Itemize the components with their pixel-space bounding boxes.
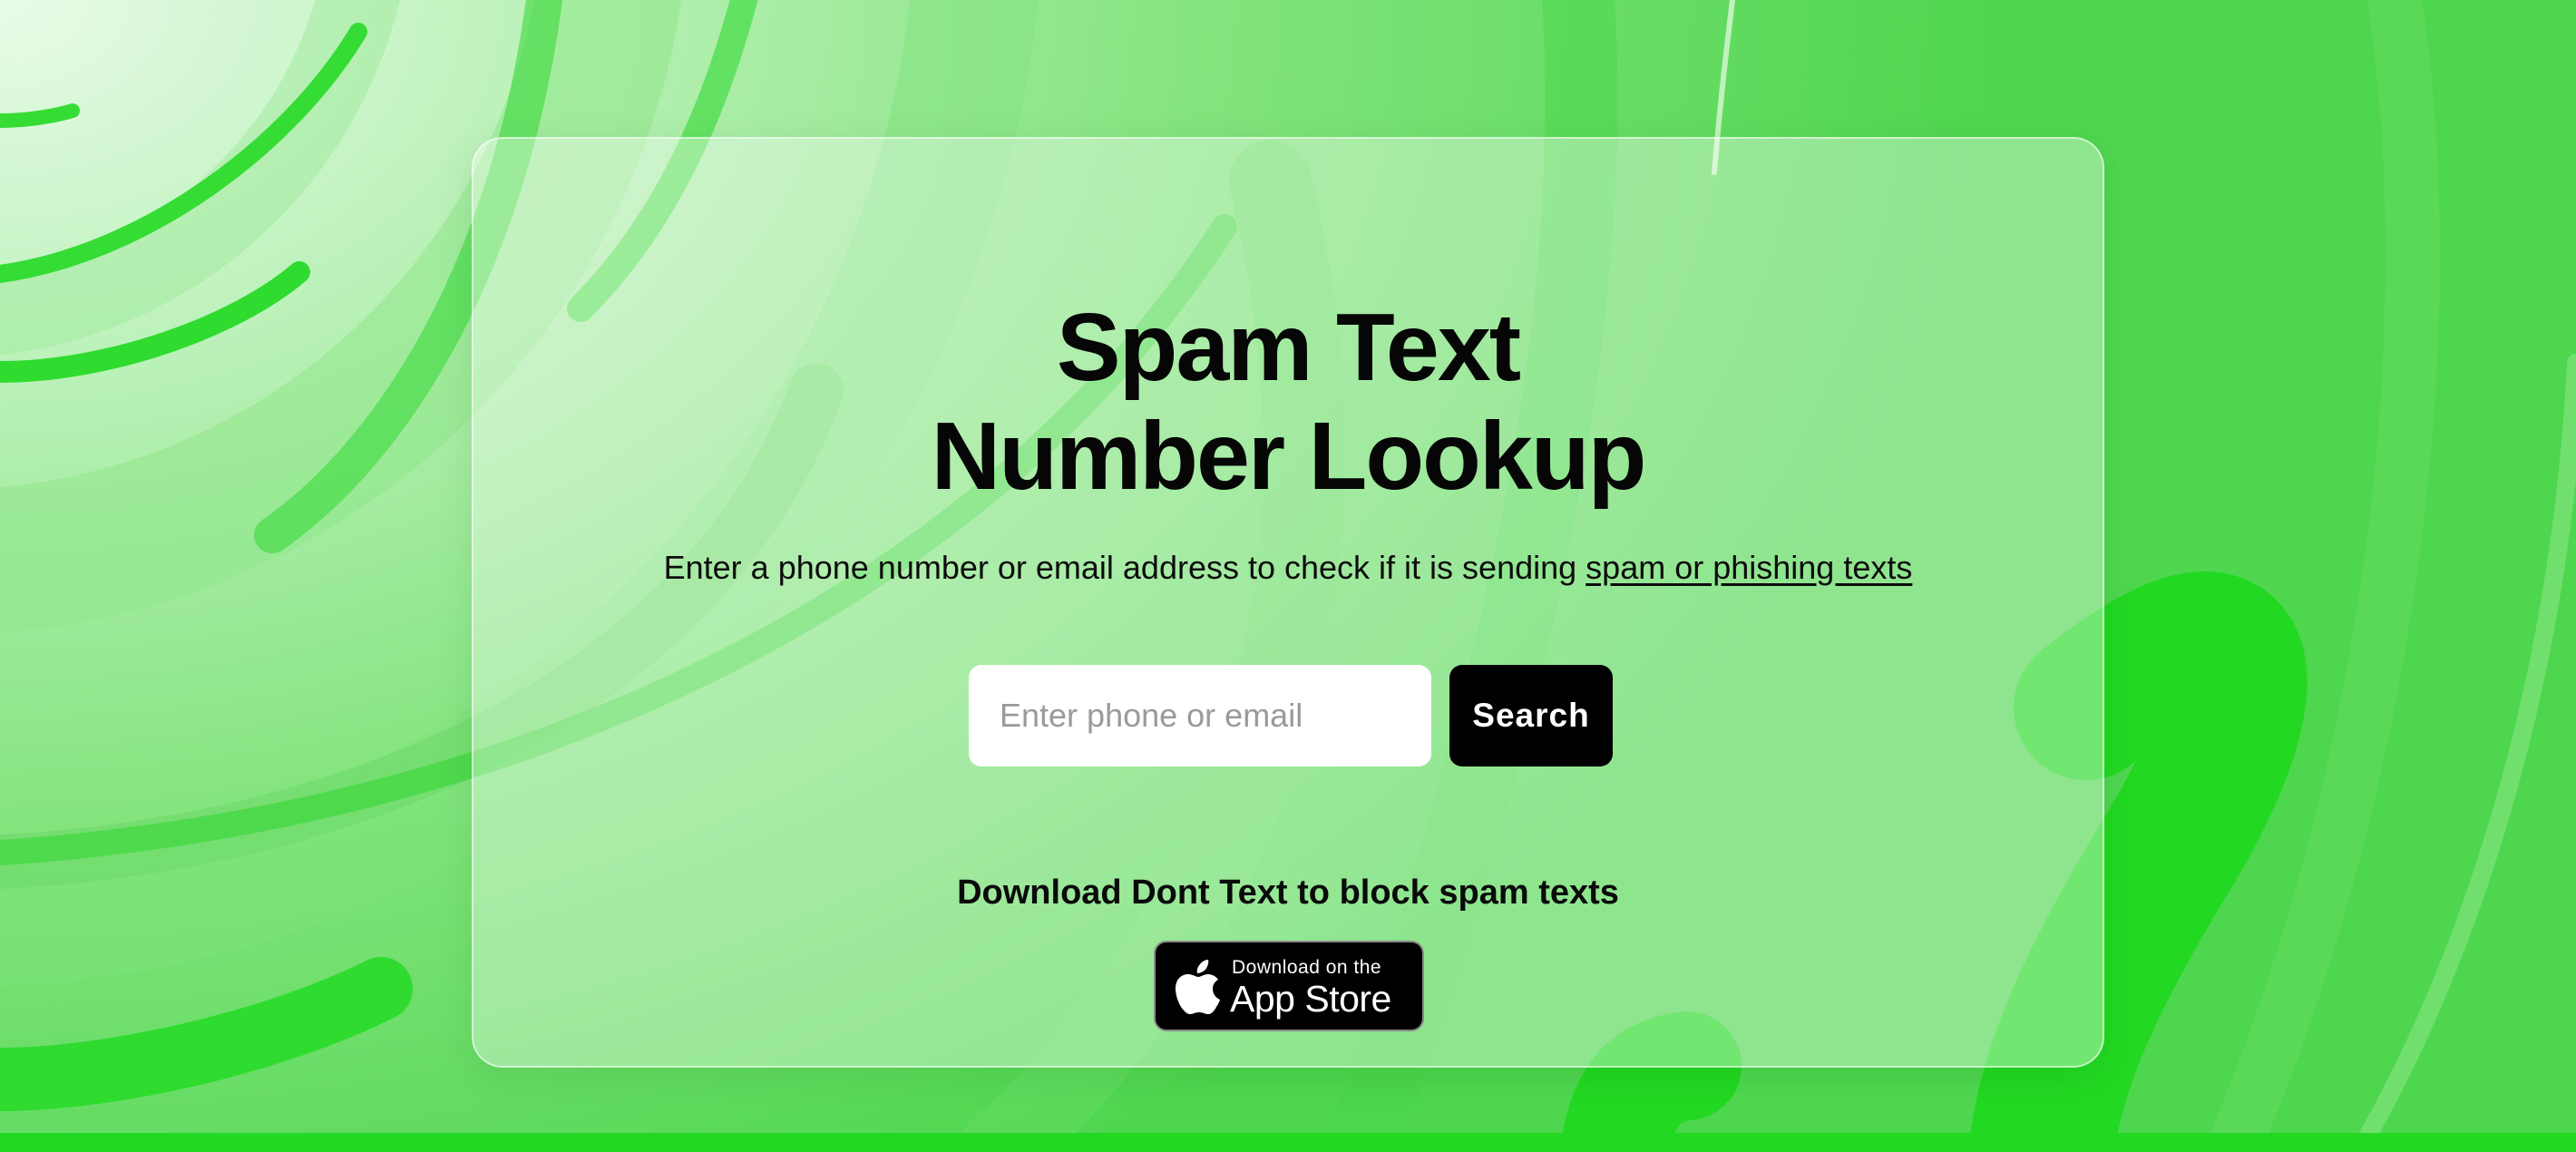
app-store-big-text: App Store (1230, 978, 1391, 1020)
subtitle-text: Enter a phone number or email address to… (663, 549, 1586, 586)
apple-icon (1176, 960, 1220, 1014)
spam-phishing-link[interactable]: spam or phishing texts (1586, 549, 1912, 586)
app-store-small-text: Download on the (1232, 957, 1382, 978)
search-form: Search (969, 665, 1613, 766)
page-subtitle: Enter a phone number or email address to… (473, 548, 2103, 588)
title-line-2: Number Lookup (931, 403, 1647, 510)
title-line-1: Spam Text (1056, 294, 1521, 401)
lookup-card: Spam Text Number Lookup Enter a phone nu… (472, 137, 2104, 1068)
page-title: Spam Text Number Lookup (473, 293, 2103, 511)
bottom-accent-bar (0, 1133, 2576, 1152)
search-button[interactable]: Search (1449, 665, 1613, 766)
search-input[interactable] (969, 665, 1431, 766)
download-promo-text: Download Dont Text to block spam texts (957, 874, 1619, 912)
app-store-badge[interactable]: Download on the App Store (1154, 941, 1424, 1031)
